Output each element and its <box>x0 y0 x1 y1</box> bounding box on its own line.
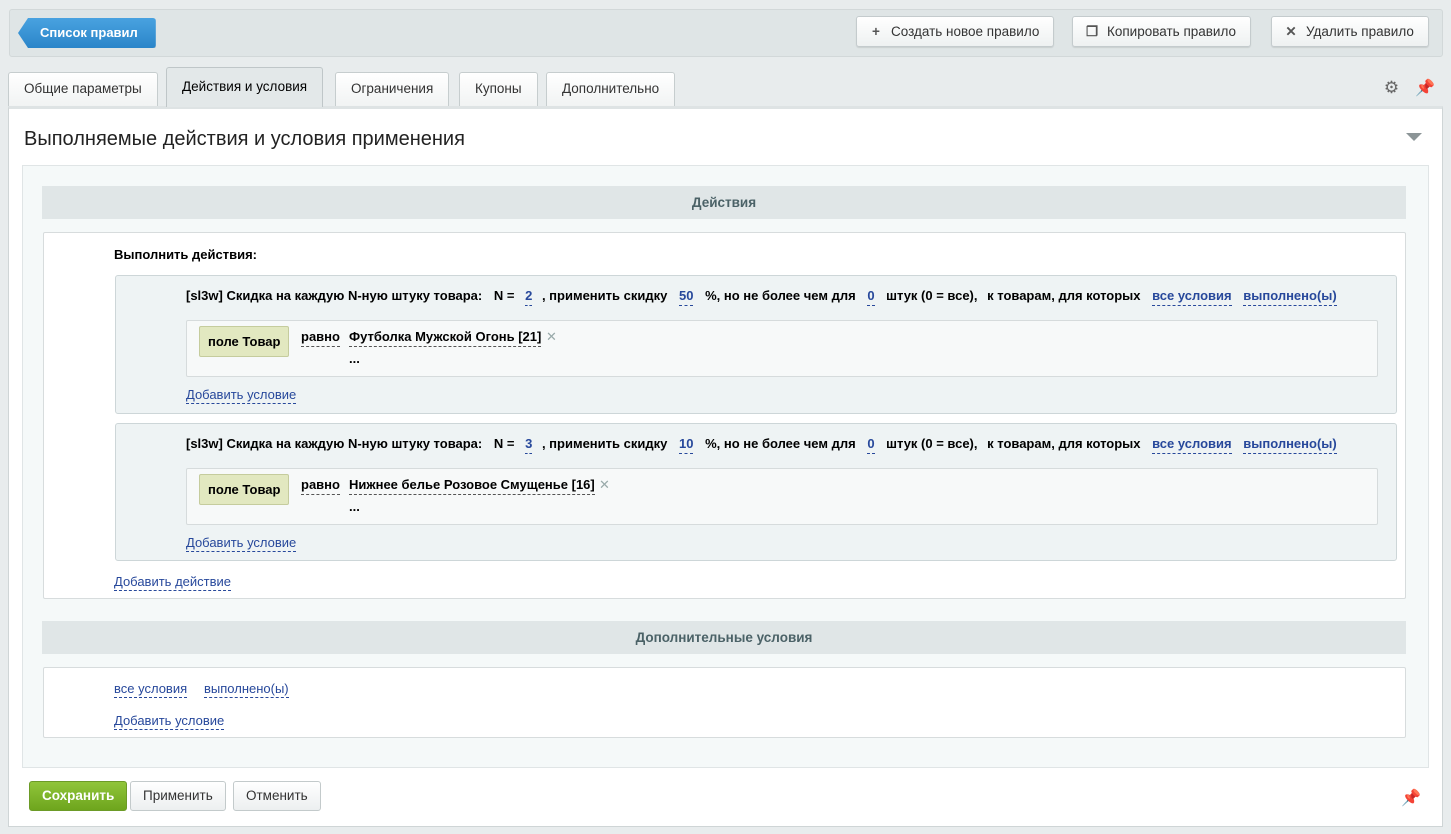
copy-rule-label: Копировать правило <box>1107 24 1237 39</box>
operator-link[interactable]: равно <box>301 329 340 347</box>
fulfilled-link[interactable]: выполнено(ы) <box>1243 288 1337 306</box>
extra-conditions-box: все условия выполнено(ы) Добавить услови… <box>43 667 1406 738</box>
n-value[interactable]: 2 <box>525 288 533 306</box>
discount-label: , применить скидку <box>541 436 668 451</box>
limit-value[interactable]: 0 <box>867 436 875 454</box>
all-conditions-link[interactable]: все условия <box>1152 288 1232 306</box>
tab-actions-conditions[interactable]: Действия и условия <box>166 67 324 107</box>
delete-rule-label: Удалить правило <box>1306 24 1414 39</box>
delete-rule-button[interactable]: ✕ Удалить правило <box>1271 16 1429 47</box>
pieces-label: штук (0 = все), <box>886 436 978 451</box>
copy-rule-button[interactable]: ❐ Копировать правило <box>1072 16 1252 47</box>
n-label: N = <box>493 288 515 303</box>
n-label: N = <box>493 436 515 451</box>
fulfilled-link[interactable]: выполнено(ы) <box>204 681 289 698</box>
field-chip[interactable]: поле Товар <box>199 474 290 505</box>
limit-value[interactable]: 0 <box>867 288 875 306</box>
copy-icon: ❐ <box>1085 24 1099 39</box>
action-prefix: [sl3w] Скидка на каждую N-ную штуку това… <box>186 436 483 451</box>
action-line: [sl3w] Скидка на каждую N-ную штуку това… <box>186 436 1337 454</box>
fulfilled-link[interactable]: выполнено(ы) <box>1243 436 1337 454</box>
tab-additional[interactable]: Дополнительно <box>546 72 676 106</box>
create-rule-label: Создать новое правило <box>891 24 1040 39</box>
tab-tools: ⚙ 📌 <box>1384 78 1435 98</box>
field-chip[interactable]: поле Товар <box>199 326 290 357</box>
pin-icon[interactable]: 📌 <box>1415 78 1435 98</box>
tab-coupons[interactable]: Купоны <box>459 72 538 106</box>
action-item: [sl3w] Скидка на каждую N-ную штуку това… <box>115 275 1397 414</box>
limit-label: %, но не более чем для <box>705 288 856 303</box>
condition-row: поле Товар равно Нижнее белье Розовое См… <box>186 468 1378 525</box>
add-action-link[interactable]: Добавить действие <box>114 574 231 591</box>
add-condition-link[interactable]: Добавить условие <box>114 713 225 730</box>
more-values[interactable]: ... <box>349 351 360 366</box>
n-value[interactable]: 3 <box>525 436 533 454</box>
remove-icon[interactable]: ✕ <box>546 329 557 345</box>
perform-actions-label: Выполнить действия: <box>114 247 257 262</box>
pieces-label: штук (0 = все), <box>886 288 978 303</box>
create-rule-button[interactable]: + Создать новое правило <box>856 16 1055 47</box>
apply-button[interactable]: Применить <box>130 781 226 811</box>
top-toolbar: Список правил + Создать новое правило ❐ Ко… <box>9 9 1443 57</box>
actions-header: Действия <box>42 186 1406 219</box>
action-item: [sl3w] Скидка на каждую N-ную штуку това… <box>115 423 1397 561</box>
chevron-down-icon[interactable] <box>1406 133 1422 141</box>
cancel-button[interactable]: Отменить <box>233 781 321 811</box>
condition-value-link[interactable]: Футболка Мужской Огонь [21] <box>349 329 542 347</box>
panel-title: Выполняемые действия и условия применени… <box>24 128 465 150</box>
condition-row: поле Товар равно Футболка Мужской Огонь … <box>186 320 1378 377</box>
goods-label: к товарам, для которых <box>987 288 1141 303</box>
discount-label: , применить скидку <box>541 288 668 303</box>
plus-icon: + <box>872 24 880 39</box>
all-conditions-link[interactable]: все условия <box>114 681 188 698</box>
save-button[interactable]: Сохранить <box>29 781 128 811</box>
discount-value[interactable]: 50 <box>678 288 694 306</box>
remove-icon[interactable]: ✕ <box>599 477 610 493</box>
rule-list-button[interactable]: Список правил <box>18 18 156 48</box>
limit-label: %, но не более чем для <box>705 436 856 451</box>
all-conditions-link[interactable]: все условия <box>1152 436 1232 454</box>
panel-body: Действия Выполнить действия: [sl3w] Скид… <box>22 165 1429 768</box>
extra-conditions-header: Дополнительные условия <box>42 621 1406 654</box>
goods-label: к товарам, для которых <box>987 436 1141 451</box>
discount-value[interactable]: 10 <box>678 436 694 454</box>
more-values[interactable]: ... <box>349 499 360 514</box>
gear-icon[interactable]: ⚙ <box>1384 78 1399 98</box>
condition-value-link[interactable]: Нижнее белье Розовое Смущенье [16] <box>349 477 595 495</box>
operator-link[interactable]: равно <box>301 477 340 495</box>
action-line: [sl3w] Скидка на каждую N-ную штуку това… <box>186 288 1337 306</box>
add-condition-link[interactable]: Добавить условие <box>186 387 297 404</box>
tab-restrictions[interactable]: Ограничения <box>335 72 450 106</box>
close-icon: ✕ <box>1285 24 1297 39</box>
add-condition-link[interactable]: Добавить условие <box>186 535 297 552</box>
actions-box: Выполнить действия: [sl3w] Скидка на каж… <box>43 232 1406 599</box>
tab-general[interactable]: Общие параметры <box>8 72 158 106</box>
pin-icon[interactable]: 📌 <box>1401 788 1421 808</box>
action-prefix: [sl3w] Скидка на каждую N-ную штуку това… <box>186 288 483 303</box>
main-panel: Выполняемые действия и условия применени… <box>8 106 1443 827</box>
